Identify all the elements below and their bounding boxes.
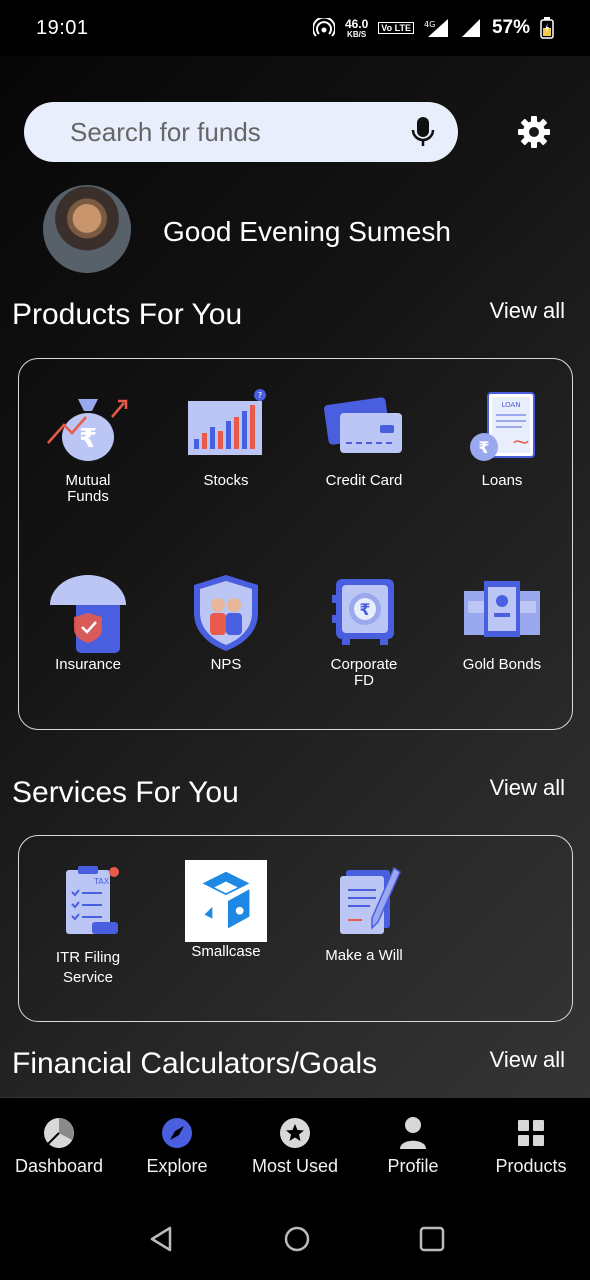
nps-icon: [194, 575, 258, 651]
pie-chart-icon: [44, 1118, 74, 1148]
signal-icon: [461, 19, 480, 37]
products-title: Products For You: [12, 298, 243, 331]
greeting-text: Good Evening Sumesh: [163, 216, 451, 247]
person-icon: [400, 1117, 426, 1149]
service-label: Smallcase: [191, 943, 261, 960]
product-label: Stocks: [203, 472, 249, 489]
nav-products[interactable]: Products: [472, 1116, 590, 1177]
mutual-funds-icon: ₹: [47, 399, 128, 461]
star-icon: [280, 1118, 310, 1148]
corporate-fd-icon: ₹: [332, 579, 394, 645]
gold-bonds-icon: [464, 581, 540, 637]
nav-label: Dashboard: [14, 1156, 104, 1176]
microphone-icon[interactable]: [410, 115, 436, 149]
service-label: ITR Filing Service: [55, 949, 121, 986]
loans-icon: LOAN ₹: [470, 392, 535, 461]
home-icon[interactable]: [283, 1225, 311, 1253]
settings-button[interactable]: [512, 110, 556, 154]
nav-profile[interactable]: Profile: [354, 1116, 472, 1177]
product-credit-card[interactable]: Credit Card: [295, 387, 433, 489]
svg-text:LOAN: LOAN: [501, 401, 520, 409]
make-a-will-icon: [340, 866, 401, 934]
product-corporate-fd[interactable]: ₹ Corporate FD: [295, 571, 433, 689]
smallcase-icon: [185, 860, 267, 942]
volte-badge: Vo LTE: [378, 22, 414, 34]
search-input[interactable]: Search for funds: [70, 117, 410, 148]
bottom-nav: Dashboard Explore Most Used Profile Prod…: [0, 1097, 590, 1197]
services-view-all[interactable]: View all: [490, 775, 565, 801]
product-label: Insurance: [55, 656, 121, 673]
svg-text:?: ?: [258, 391, 262, 400]
search-bar[interactable]: Search for funds: [24, 102, 458, 162]
net-speed-value: 46.0: [344, 16, 369, 31]
product-stocks[interactable]: ? Stocks: [157, 387, 295, 489]
system-nav-bar: [0, 1197, 590, 1280]
itr-filing-icon: TAX: [66, 866, 119, 934]
compass-icon: [162, 1118, 192, 1148]
gear-icon: [518, 116, 550, 148]
nav-most-used[interactable]: Most Used: [236, 1116, 354, 1177]
product-loans[interactable]: LOAN ₹ Loans: [433, 387, 571, 489]
product-mutual-funds[interactable]: ₹ Mutual Funds: [19, 387, 157, 505]
credit-card-icon: [324, 397, 402, 453]
nav-explore[interactable]: Explore: [118, 1116, 236, 1177]
battery-icon: [540, 17, 554, 39]
svg-text:TAX: TAX: [93, 877, 110, 886]
signal-4g-icon: 4G: [424, 19, 448, 37]
nav-label: Explore: [146, 1156, 208, 1176]
service-make-a-will[interactable]: Make a Will: [295, 862, 433, 964]
product-label: NPS: [210, 656, 242, 673]
status-icons: 46.0 KB/S Vo LTE 4G 57%: [312, 17, 554, 39]
net-speed: 46.0 KB/S: [345, 18, 368, 39]
services-title: Services For You: [12, 776, 239, 809]
back-icon[interactable]: [148, 1225, 176, 1253]
svg-text:₹: ₹: [478, 438, 489, 457]
service-itr-filing[interactable]: TAX ITR Filing Service: [19, 862, 157, 988]
nav-label: Products: [495, 1156, 567, 1176]
status-time: 19:01: [36, 16, 89, 39]
avatar[interactable]: [43, 185, 131, 273]
service-smallcase[interactable]: Smallcase: [157, 860, 295, 960]
product-label: Gold Bonds: [462, 656, 542, 673]
net-speed-unit: KB/S: [347, 29, 367, 39]
recents-icon[interactable]: [418, 1225, 446, 1253]
calculators-view-all[interactable]: View all: [490, 1047, 565, 1073]
products-card: ₹ Mutual Funds ? Stocks Credit Card LOAN…: [18, 358, 573, 730]
calculators-title: Financial Calculators/Goals: [12, 1047, 378, 1080]
svg-text:4G: 4G: [424, 20, 435, 29]
product-label: Mutual Funds: [65, 472, 111, 505]
products-view-all[interactable]: View all: [490, 298, 565, 324]
service-label: Make a Will: [325, 947, 403, 964]
status-bar: 19:01 46.0 KB/S Vo LTE 4G 57%: [0, 0, 590, 56]
hotspot-icon: [312, 18, 335, 37]
nav-dashboard[interactable]: Dashboard: [0, 1116, 118, 1177]
battery-percent: 57%: [491, 17, 530, 38]
product-insurance[interactable]: Insurance: [19, 571, 157, 673]
product-gold-bonds[interactable]: Gold Bonds: [433, 571, 571, 673]
nav-label: Profile: [387, 1156, 439, 1176]
product-nps[interactable]: NPS: [157, 571, 295, 673]
product-label: Loans: [481, 472, 523, 489]
product-label: Credit Card: [325, 472, 403, 489]
stocks-icon: ?: [188, 389, 266, 455]
insurance-icon: [50, 575, 126, 653]
nav-label: Most Used: [251, 1156, 339, 1176]
product-label: Corporate FD: [330, 656, 398, 689]
svg-text:₹: ₹: [359, 600, 370, 619]
svg-text:₹: ₹: [79, 424, 97, 454]
services-card: TAX ITR Filing Service Smallcase Make a …: [18, 835, 573, 1022]
grid-icon: [518, 1120, 544, 1146]
